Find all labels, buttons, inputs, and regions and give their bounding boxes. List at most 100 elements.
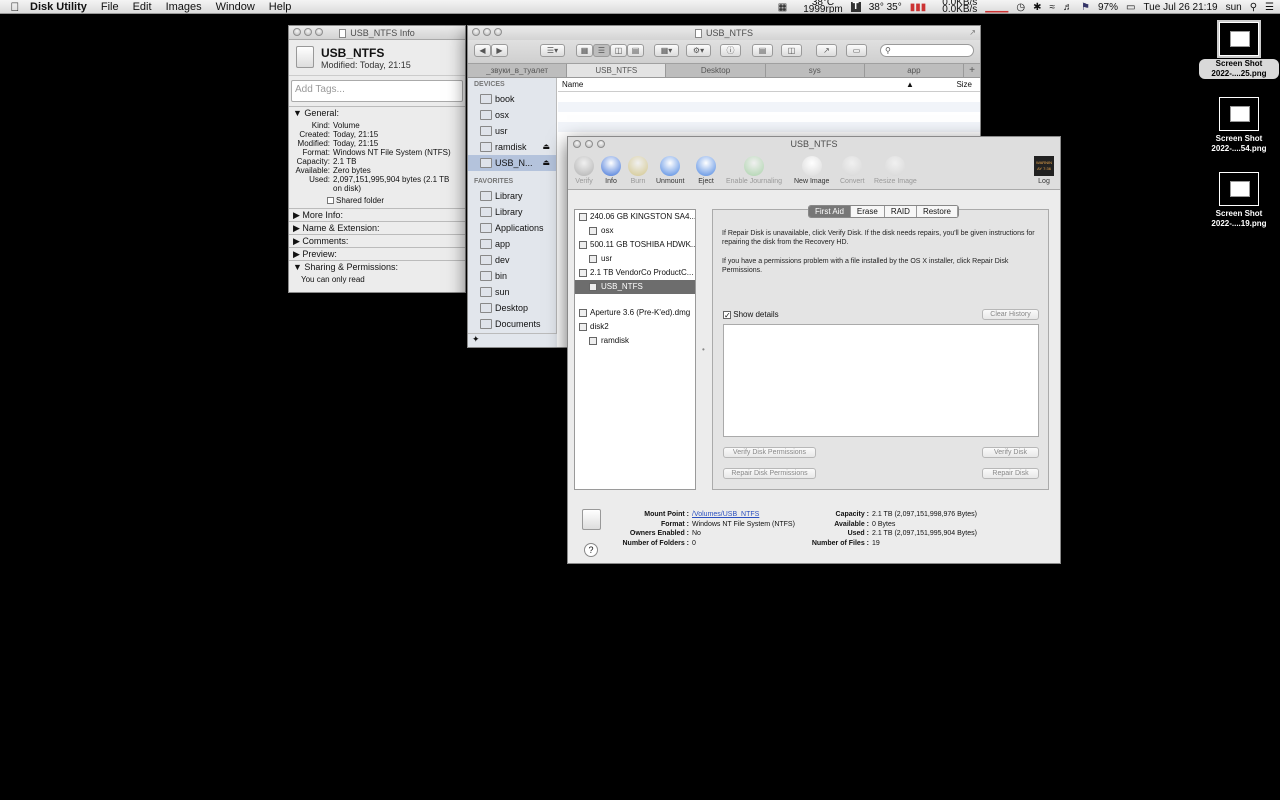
disk-list-item[interactable]: 500.11 GB TOSHIBA HDWK... [575, 238, 695, 252]
cpu-temp-readout[interactable]: 38°C 1999rpm [795, 0, 842, 13]
temps-readout[interactable]: 38° 35° [869, 2, 902, 13]
battery-icon[interactable]: ▭ [1126, 2, 1135, 13]
close-button[interactable] [472, 28, 480, 36]
disk-list-item[interactable]: osx [575, 224, 695, 238]
connect-button[interactable]: ◫ [781, 44, 802, 57]
section-preview[interactable]: ▶ Preview: [289, 247, 465, 260]
close-button[interactable] [293, 28, 301, 36]
forward-button[interactable]: ▶ [491, 44, 508, 57]
sidebar-device[interactable]: ramdisk ⏏ [468, 139, 556, 155]
icon-view-button[interactable]: ▦ [576, 44, 593, 57]
disk-list-item[interactable]: 240.06 GB KINGSTON SA4... [575, 210, 695, 224]
column-view-button[interactable]: ◫ [610, 44, 627, 57]
shared-folder-checkbox[interactable] [327, 197, 334, 204]
sidebar-device[interactable]: USB_N... ⏏ [468, 155, 556, 171]
network-graph-icon[interactable]: ▁▁▁ [985, 2, 1008, 13]
tool-verify[interactable]: Verify [574, 156, 594, 185]
finder-tab[interactable]: USB_NTFS [567, 64, 667, 77]
sidebar-favorite[interactable]: Library [468, 204, 556, 220]
eject-icon[interactable]: ⏏ [542, 139, 550, 155]
tags-field[interactable]: Add Tags... [291, 80, 463, 102]
section-comments[interactable]: ▶ Comments: [289, 234, 465, 247]
section-more-info[interactable]: ▶ More Info: [289, 208, 465, 221]
tool-convert[interactable]: Convert [840, 156, 865, 185]
finder-tab[interactable]: sys [766, 64, 865, 77]
coverflow-view-button[interactable]: ▤ [627, 44, 644, 57]
menu-window[interactable]: Window [216, 1, 255, 13]
disk-list[interactable]: 240.06 GB KINGSTON SA4... osx 500.11 GB TO… [574, 209, 696, 490]
verify-disk-permissions-button[interactable]: Verify Disk Permissions [723, 447, 816, 458]
tool-enable-journaling[interactable]: Enable Journaling [726, 156, 782, 185]
new-folder-button[interactable]: ▤ [752, 44, 773, 57]
repair-disk-permissions-button[interactable]: Repair Disk Permissions [723, 468, 816, 479]
minimize-button[interactable] [304, 28, 312, 36]
split-handle-icon[interactable]: • [702, 345, 705, 354]
du-tab[interactable]: Restore [916, 206, 958, 217]
finder-tab[interactable]: _звуки_в_туалет [468, 64, 568, 77]
menu-file[interactable]: File [101, 1, 119, 13]
user-menu[interactable]: sun [1226, 2, 1242, 13]
sidebar-favorite[interactable]: sun [468, 284, 556, 300]
disk-list-item[interactable]: Aperture 3.6 (Pre-K'ed).dmg [575, 306, 695, 320]
fullscreen-icon[interactable]: ↗ [969, 26, 976, 40]
tool-burn[interactable]: Burn [628, 156, 648, 185]
section-general[interactable]: ▼ General: [289, 106, 465, 119]
tool-info[interactable]: Info [601, 156, 621, 185]
sidebar-favorite[interactable]: app [468, 236, 556, 252]
column-size[interactable]: Size [956, 78, 972, 92]
menu-edit[interactable]: Edit [133, 1, 152, 13]
sidebar-favorite[interactable]: Library [468, 188, 556, 204]
sidebar-favorite[interactable]: Documents [468, 316, 556, 332]
minimize-button[interactable] [483, 28, 491, 36]
search-input[interactable]: ⚲ [880, 44, 974, 57]
details-log[interactable] [723, 324, 1039, 437]
battery-percent[interactable]: 97% [1098, 2, 1118, 13]
path-button[interactable]: ▭ [846, 44, 867, 57]
spotlight-icon[interactable]: ⚲ [1250, 2, 1257, 13]
sidebar-device[interactable]: book [468, 91, 556, 107]
list-view-button[interactable]: ☰ [593, 44, 610, 57]
tool-eject[interactable]: Eject [696, 156, 716, 185]
cpu-graph-icon[interactable]: ▮▮▮ [910, 2, 927, 13]
apple-menu-icon[interactable]:  [0, 0, 30, 13]
sidebar-favorite[interactable]: Applications [468, 220, 556, 236]
column-name[interactable]: Name [562, 78, 583, 92]
disk-list-item[interactable]: usr [575, 252, 695, 266]
finder-tab[interactable]: Desktop [666, 64, 766, 77]
sidebar-favorite[interactable]: bin [468, 268, 556, 284]
action-icon[interactable]: ✦ [472, 334, 480, 344]
tool-resize-image[interactable]: Resize Image [874, 156, 917, 185]
desktop-file-icon[interactable]: Screen Shot 2022-....25.png [1199, 20, 1279, 79]
show-details-checkbox[interactable]: ✓ [723, 311, 731, 320]
info-button[interactable]: ⓘ [720, 44, 741, 57]
back-button[interactable]: ◀ [474, 44, 491, 57]
info-titlebar[interactable]: USB_NTFS Info [289, 26, 465, 40]
repair-disk-button[interactable]: Repair Disk [982, 468, 1039, 479]
cpu-icon[interactable]: ▦ [778, 2, 787, 13]
volume-icon[interactable]: ♬ [1063, 2, 1073, 13]
tool-new-image[interactable]: New Image [794, 156, 829, 185]
menu-help[interactable]: Help [269, 1, 292, 13]
share-button[interactable]: ↗ [816, 44, 837, 57]
zoom-button[interactable] [494, 28, 502, 36]
gear-icon[interactable]: ⚙▾ [686, 44, 711, 57]
finder-tab[interactable]: app [865, 64, 965, 77]
du-tab[interactable]: RAID [884, 206, 917, 217]
desktop-file-icon[interactable]: Screen Shot 2022-....19.png [1199, 172, 1279, 229]
flag-icon[interactable]: ⚑ [1081, 2, 1090, 13]
disk-list-item[interactable]: 2.1 TB VendorCo ProductC... [575, 266, 695, 280]
app-menu[interactable]: Disk Utility [30, 1, 87, 13]
clock-datetime[interactable]: Tue Jul 26 21:19 [1143, 2, 1217, 13]
log-button[interactable]: WARNIN AY 7:36 Log [1034, 156, 1054, 185]
group-button[interactable]: ▦▾ [654, 44, 679, 57]
du-tab[interactable]: Erase [850, 206, 885, 217]
desktop-file-icon[interactable]: Screen Shot 2022-....54.png [1199, 97, 1279, 154]
footer-value[interactable]: /Volumes/USB_NTFS [692, 510, 759, 519]
section-sharing[interactable]: ▼ Sharing & Permissions: [289, 260, 465, 273]
text-input-icon[interactable]: T [850, 2, 861, 12]
sidebar-device[interactable]: osx [468, 107, 556, 123]
eject-icon[interactable]: ⏏ [542, 155, 550, 171]
close-button[interactable] [573, 140, 581, 148]
minimize-button[interactable] [585, 140, 593, 148]
menu-images[interactable]: Images [166, 1, 202, 13]
